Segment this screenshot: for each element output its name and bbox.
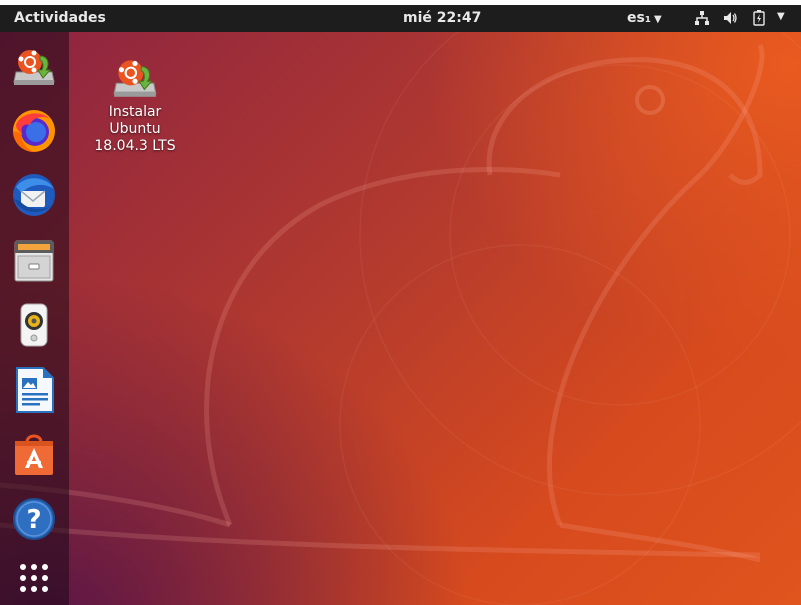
dock-item-libreoffice-writer[interactable]: [10, 366, 58, 414]
dock-item-thunderbird[interactable]: [10, 171, 58, 219]
system-menu-arrow-icon[interactable]: ▼: [777, 11, 785, 22]
show-applications-button[interactable]: [10, 557, 58, 605]
dock-item-rhythmbox[interactable]: [10, 301, 58, 349]
desktop-screen: Actividades mié 22:47 es₁ ▼ ▼ ? Instalar…: [0, 5, 801, 605]
top-bar: Actividades mié 22:47 es₁ ▼ ▼: [0, 5, 801, 32]
language-selector[interactable]: es₁ ▼: [627, 10, 662, 26]
desktop-icon-label: Instalar Ubuntu 18.04.3 LTS: [94, 104, 176, 154]
dock: ?: [0, 32, 69, 605]
network-icon[interactable]: [694, 10, 710, 30]
dock-item-firefox[interactable]: [10, 107, 58, 155]
volume-icon[interactable]: [722, 10, 738, 30]
clock-button[interactable]: mié 22:47: [403, 10, 481, 26]
writer-icon: [16, 367, 54, 413]
app-grid-icon: [20, 564, 48, 592]
svg-text:?: ?: [26, 505, 41, 535]
dock-item-ubuntu-software[interactable]: [10, 430, 58, 478]
help-icon: ?: [13, 498, 55, 540]
software-bag-icon: [15, 434, 53, 475]
installer-icon: [113, 60, 157, 97]
desktop-icon-install-ubuntu[interactable]: Instalar Ubuntu 18.04.3 LTS: [92, 52, 178, 155]
speaker-icon: [20, 303, 48, 347]
battery-icon[interactable]: [753, 10, 765, 30]
dock-item-install-ubuntu[interactable]: [10, 42, 58, 90]
thunderbird-icon: [13, 174, 55, 216]
firefox-icon: [13, 110, 55, 153]
activities-button[interactable]: Actividades: [14, 10, 106, 26]
installer-icon: [13, 50, 55, 85]
dock-item-files[interactable]: [10, 236, 58, 284]
dock-item-help[interactable]: ?: [10, 495, 58, 543]
files-cabinet-icon: [14, 240, 54, 282]
language-label: es₁: [627, 10, 651, 26]
chevron-down-icon: ▼: [653, 14, 662, 25]
